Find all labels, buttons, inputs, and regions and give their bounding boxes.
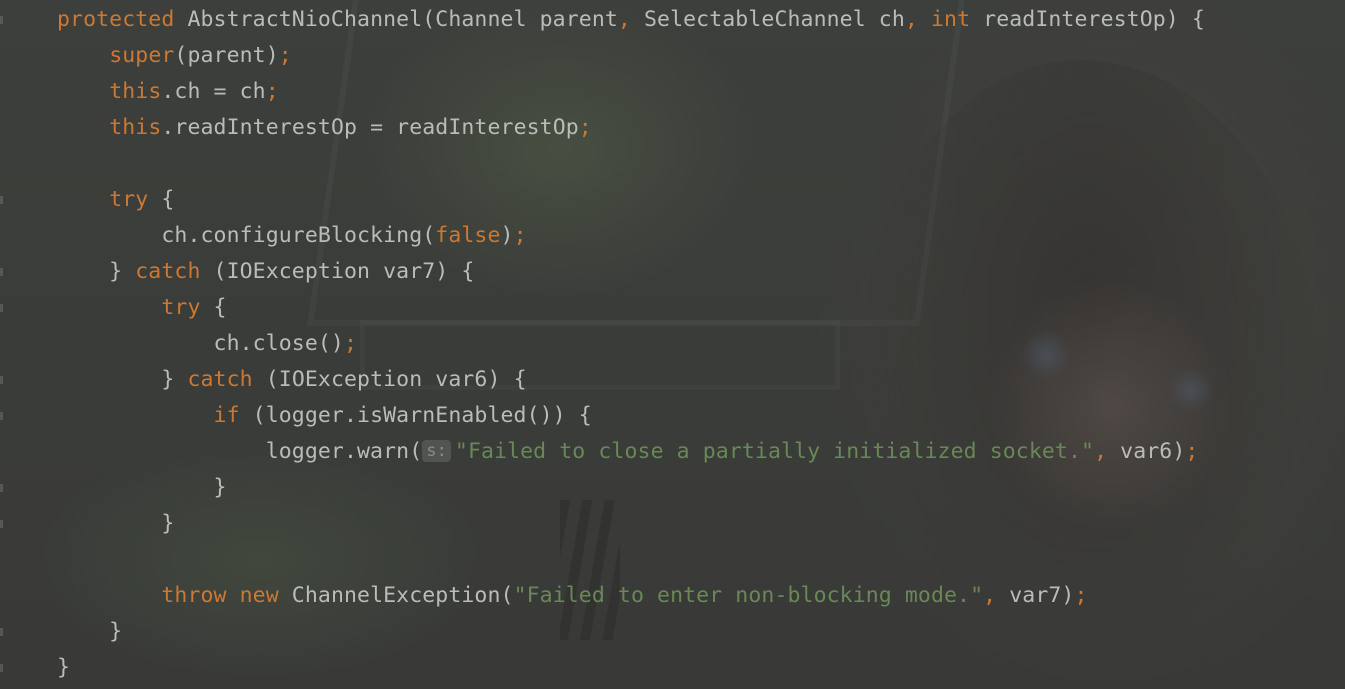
- gutter-fold-marker[interactable]: [0, 16, 3, 24]
- code-keyword: int: [930, 7, 971, 32]
- code-text: }: [57, 367, 188, 392]
- code-text: (logger.isWarnEnabled()) {: [239, 403, 592, 428]
- code-punctuation: ;: [578, 115, 592, 140]
- code-editor[interactable]: protected AbstractNioChannel(Channel par…: [0, 0, 1345, 689]
- code-string-literal: "Failed to enter non-blocking mode.": [513, 583, 984, 608]
- code-line[interactable]: this.readInterestOp = readInterestOp;: [57, 110, 1205, 146]
- code-line[interactable]: try {: [57, 290, 1205, 326]
- code-line[interactable]: }: [57, 650, 1205, 686]
- code-line[interactable]: super(parent);: [57, 38, 1205, 74]
- code-line[interactable]: throw new ChannelException("Failed to en…: [57, 578, 1205, 614]
- code-punctuation: ,: [983, 583, 997, 608]
- code-keyword: try: [161, 295, 201, 320]
- gutter-fold-marker[interactable]: [0, 304, 3, 312]
- code-text: {: [148, 187, 175, 212]
- code-punctuation: ;: [513, 223, 527, 248]
- code-text: }: [57, 619, 123, 644]
- gutter-fold-marker[interactable]: [0, 484, 3, 492]
- code-text: SelectableChannel ch: [630, 7, 905, 32]
- gutter-fold-marker[interactable]: [0, 376, 3, 384]
- code-line[interactable]: }: [57, 506, 1205, 542]
- code-text: ): [500, 223, 514, 248]
- code-text: readInterestOp) {: [970, 7, 1205, 32]
- code-keyword: super: [109, 43, 175, 68]
- code-text: AbstractNioChannel(Channel parent: [174, 7, 618, 32]
- code-line[interactable]: if (logger.isWarnEnabled()) {: [57, 398, 1205, 434]
- code-keyword: catch: [187, 367, 253, 392]
- code-text: logger.warn(: [57, 439, 423, 464]
- code-keyword: if: [213, 403, 240, 428]
- gutter-fold-marker[interactable]: [0, 664, 3, 672]
- code-line[interactable]: } catch (IOException var7) {: [57, 254, 1205, 290]
- code-line[interactable]: this.ch = ch;: [57, 74, 1205, 110]
- code-keyword: catch: [135, 259, 201, 284]
- code-text: ch.close(): [57, 331, 344, 356]
- code-text: .readInterestOp = readInterestOp: [161, 115, 579, 140]
- code-line[interactable]: } catch (IOException var6) {: [57, 362, 1205, 398]
- code-keyword: try: [109, 187, 149, 212]
- code-line[interactable]: try {: [57, 182, 1205, 218]
- code-keyword: throw new: [161, 583, 279, 608]
- code-punctuation: ,: [617, 7, 631, 32]
- code-punctuation: ;: [1074, 583, 1088, 608]
- code-punctuation: ;: [265, 79, 279, 104]
- code-text: }: [57, 655, 71, 680]
- code-punctuation: ;: [343, 331, 358, 356]
- parameter-hint: s:: [422, 440, 451, 462]
- code-text: }: [57, 259, 136, 284]
- gutter-fold-marker[interactable]: [0, 628, 3, 636]
- code-text: var7): [996, 583, 1075, 608]
- code-text: }: [57, 475, 227, 500]
- code-block[interactable]: protected AbstractNioChannel(Channel par…: [57, 2, 1205, 686]
- code-text: .ch = ch: [161, 79, 266, 104]
- code-keyword: protected: [57, 7, 175, 32]
- gutter-fold-marker[interactable]: [0, 520, 3, 528]
- code-punctuation: ;: [1185, 439, 1199, 464]
- code-text: var6): [1107, 439, 1186, 464]
- code-line[interactable]: protected AbstractNioChannel(Channel par…: [57, 2, 1205, 38]
- gutter-fold-marker[interactable]: [0, 196, 3, 204]
- code-keyword: false: [435, 223, 501, 248]
- code-line[interactable]: [57, 146, 1205, 182]
- code-punctuation: ,: [904, 7, 918, 32]
- code-text: ch.configureBlocking(: [57, 223, 436, 248]
- code-text: (IOException var7) {: [200, 259, 475, 284]
- code-line[interactable]: }: [57, 614, 1205, 650]
- code-keyword: this: [109, 115, 162, 140]
- code-text: }: [57, 511, 175, 536]
- gutter[interactable]: [0, 0, 6, 689]
- code-text: {: [200, 295, 227, 320]
- code-line[interactable]: }: [57, 470, 1205, 506]
- code-punctuation: ,: [1094, 439, 1108, 464]
- gutter-fold-marker[interactable]: [0, 268, 3, 276]
- gutter-fold-marker[interactable]: [0, 412, 3, 420]
- code-keyword: this: [109, 79, 162, 104]
- code-text: (parent): [174, 43, 279, 68]
- code-line[interactable]: ch.configureBlocking(false);: [57, 218, 1205, 254]
- code-line[interactable]: logger.warn(s: "Failed to close a partial…: [57, 434, 1205, 470]
- code-line[interactable]: [57, 542, 1205, 578]
- code-line[interactable]: ch.close();: [57, 326, 1205, 362]
- code-text: ChannelException(: [278, 583, 514, 608]
- code-string-literal: "Failed to close a partially initialized…: [454, 439, 1095, 464]
- code-text: (IOException var6) {: [252, 367, 527, 392]
- code-punctuation: ;: [278, 43, 292, 68]
